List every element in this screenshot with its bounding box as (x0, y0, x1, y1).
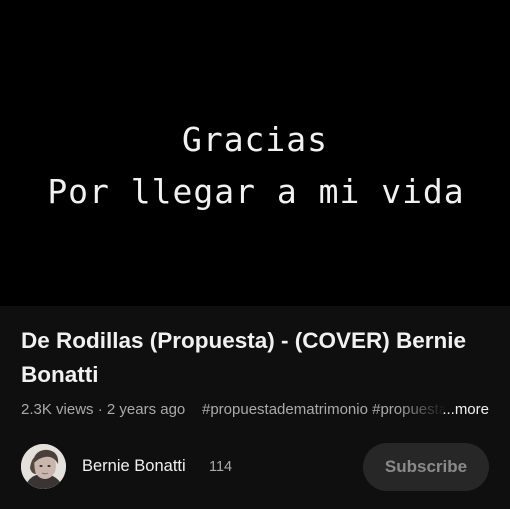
upload-age: 2 years ago (106, 401, 186, 418)
more-description-link[interactable]: ...more (442, 401, 489, 418)
channel-avatar[interactable] (21, 444, 66, 489)
video-title[interactable]: De Rodillas (Propuesta) - (COVER) Bernie… (21, 324, 491, 392)
video-player[interactable]: Gracias Por llegar a mi vida (0, 0, 510, 306)
video-watch-page: Gracias Por llegar a mi vida De Rodillas… (0, 0, 510, 509)
video-info-panel: De Rodillas (Propuesta) - (COVER) Bernie… (0, 306, 510, 509)
hashtags[interactable]: #propuestadematrimonio #propuesta (202, 401, 446, 418)
meta-separator: · (93, 401, 107, 418)
video-metadata[interactable]: 2.3K views · 2 years ago #propuestademat… (21, 401, 491, 421)
video-caption-line-1: Gracias (181, 120, 329, 159)
video-caption-line-2: Por llegar a mi vida (47, 172, 465, 211)
view-count: 2.3K views (21, 401, 94, 418)
channel-name[interactable]: Bernie Bonatti (82, 457, 186, 476)
subscriber-count: 114 (209, 459, 233, 475)
subscribe-button[interactable]: Subscribe (363, 443, 489, 491)
user-avatar-icon (21, 444, 66, 489)
channel-row: Bernie Bonatti 114 Subscribe (21, 443, 491, 493)
